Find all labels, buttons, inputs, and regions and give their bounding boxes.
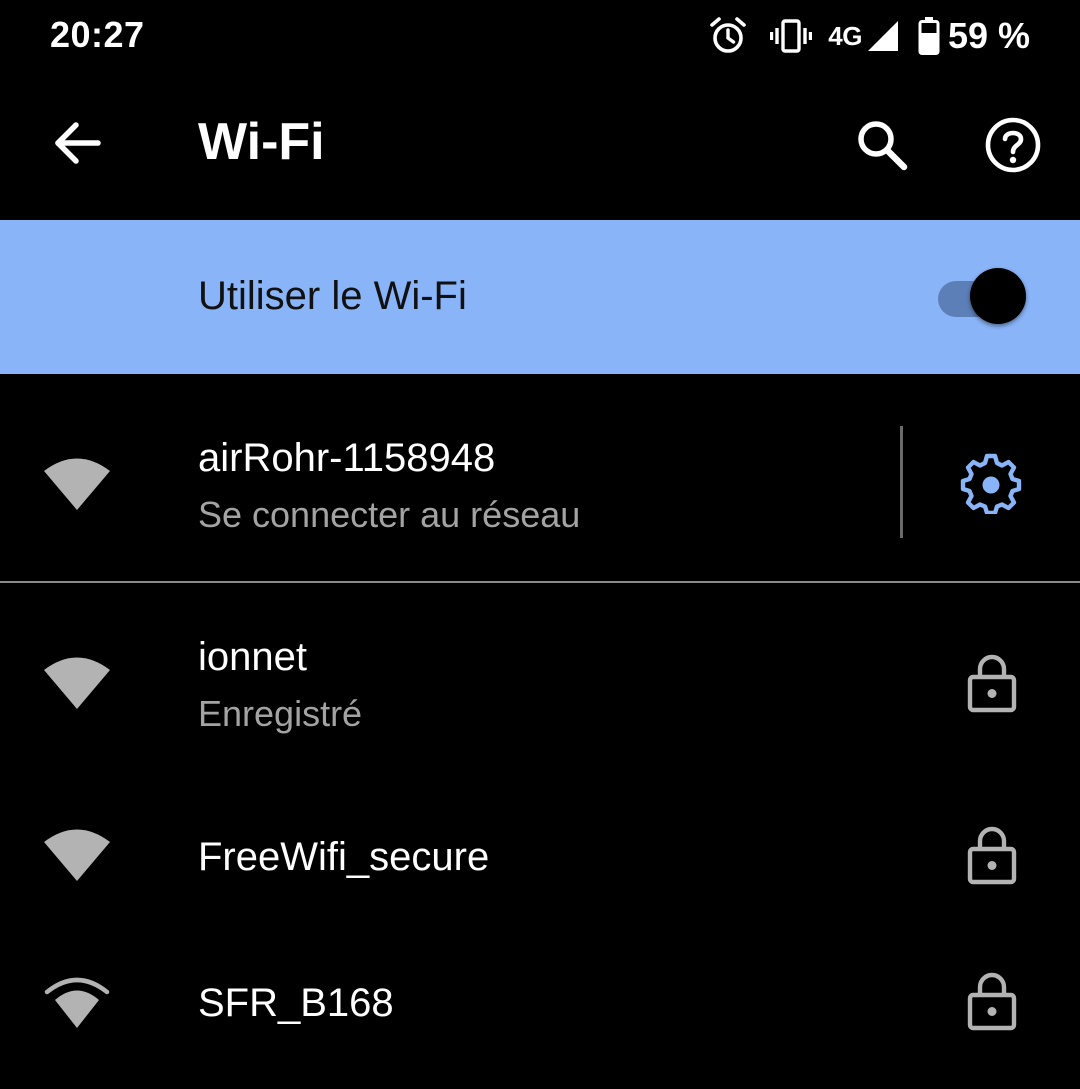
lock-icon: [967, 826, 1017, 885]
status-time: 20:27: [50, 14, 145, 55]
network-settings-button[interactable]: [960, 452, 1022, 516]
gear-icon: [960, 453, 1022, 516]
network-name: ionnet: [198, 635, 307, 679]
network-item-sfr-b168[interactable]: SFR_B168: [0, 933, 1080, 1089]
lock-icon: [967, 972, 1017, 1031]
alarm-icon: [708, 16, 748, 56]
network-status: Se connecter au réseau: [198, 494, 581, 535]
search-icon: [858, 121, 908, 171]
wifi-signal-icon: [44, 977, 110, 1028]
wifi-signal-icon: [44, 458, 110, 510]
battery-icon: [918, 17, 940, 55]
help-button[interactable]: [980, 112, 1046, 178]
wifi-signal-icon: [44, 829, 110, 881]
search-button[interactable]: [848, 112, 914, 178]
use-wifi-row[interactable]: Utiliser le Wi-Fi: [0, 220, 1080, 374]
use-wifi-label: Utiliser le Wi-Fi: [198, 274, 467, 318]
battery-percentage: 59 %: [947, 15, 1030, 56]
app-bar: Wi-Fi: [0, 72, 1080, 220]
network-item-ionnet[interactable]: ionnet Enregistré: [0, 583, 1080, 781]
cell-signal-icon: [866, 19, 900, 53]
wifi-toggle-switch[interactable]: [938, 268, 1030, 326]
network-type-label: 4G: [828, 20, 862, 51]
network-name: airRohr-1158948: [198, 436, 496, 480]
status-icons: 4G 59 %: [708, 12, 1030, 60]
page-title: Wi-Fi: [198, 113, 325, 171]
network-item-airrohr[interactable]: airRohr-1158948 Se connecter au réseau: [0, 374, 1080, 580]
vibrate-icon: [770, 16, 813, 56]
back-button[interactable]: [44, 110, 110, 176]
switch-thumb: [970, 268, 1026, 324]
status-bar: 20:27 4G 59 %: [0, 0, 1080, 72]
network-name: FreeWifi_secure: [198, 835, 490, 879]
network-status: Enregistré: [198, 693, 363, 734]
network-name: SFR_B168: [198, 981, 394, 1025]
lock-icon: [967, 654, 1017, 713]
back-arrow-icon: [55, 122, 101, 164]
help-icon: [985, 117, 1041, 173]
wifi-signal-icon: [44, 657, 110, 709]
network-item-freewifi-secure[interactable]: FreeWifi_secure: [0, 781, 1080, 933]
vertical-divider: [900, 426, 903, 538]
